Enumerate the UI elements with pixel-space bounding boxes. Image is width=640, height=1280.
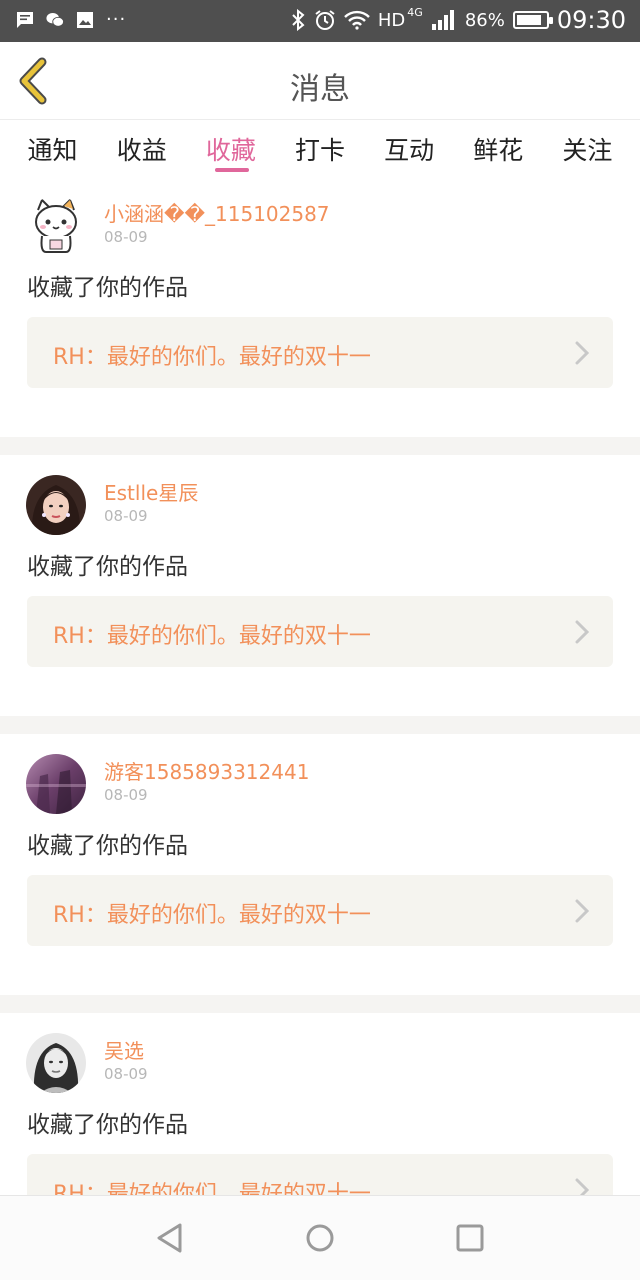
chevron-right-icon	[575, 341, 589, 365]
action-text: 收藏了你的作品	[27, 833, 188, 859]
alarm-icon	[315, 10, 335, 30]
post-date: 08-09	[104, 786, 148, 804]
list-item: Estlle星辰 08-09 收藏了你的作品 RH：最好的你们。最好的双十一	[0, 455, 640, 716]
wechat-icon	[46, 12, 64, 27]
tab-following[interactable]: 关注	[552, 121, 622, 177]
chevron-right-icon	[575, 899, 589, 923]
signal-icon	[431, 10, 454, 30]
nav-back-icon[interactable]	[154, 1222, 186, 1254]
divider	[0, 995, 640, 1013]
action-text: 收藏了你的作品	[27, 1112, 188, 1138]
purple-photo-avatar[interactable]	[26, 754, 86, 814]
post-date: 08-09	[104, 228, 148, 246]
wifi-icon	[344, 10, 370, 30]
divider	[0, 716, 640, 734]
more-icon: ···	[106, 9, 127, 30]
tab-favorites[interactable]: 收藏	[196, 121, 266, 177]
chevron-right-icon	[575, 620, 589, 644]
network-type-label: 4G	[407, 5, 423, 19]
message-icon	[17, 12, 33, 28]
post-date: 08-09	[104, 1065, 148, 1083]
list-item: 游客1585893312441 08-09 收藏了你的作品 RH：最好的你们。最…	[0, 734, 640, 995]
tab-checkin[interactable]: 打卡	[285, 121, 355, 177]
portrait-avatar[interactable]	[26, 1033, 86, 1093]
post-date: 08-09	[104, 507, 148, 525]
action-text: 收藏了你的作品	[27, 554, 188, 580]
work-link[interactable]: RH：最好的你们。最好的双十一	[27, 875, 613, 946]
favorites-feed: 小涵涵��_115102587 08-09 收藏了你的作品 RH：最好的你们。最…	[0, 176, 640, 1274]
username[interactable]: Estlle星辰	[104, 477, 198, 506]
work-title: RH：最好的你们。最好的双十一	[53, 903, 371, 928]
battery-level	[516, 15, 541, 25]
bluetooth-icon	[292, 9, 305, 31]
tab-earnings[interactable]: 收益	[107, 121, 177, 177]
page-title: 消息	[290, 72, 350, 107]
action-text: 收藏了你的作品	[27, 275, 188, 301]
battery-icon	[512, 11, 553, 29]
tab-bar: 通知 收益 收藏 打卡 互动 鲜花 关注	[0, 121, 640, 177]
work-link[interactable]: RH：最好的你们。最好的双十一	[27, 317, 613, 388]
status-bar: ··· HD 4G 86% 09:30	[0, 0, 640, 42]
work-link[interactable]: RH：最好的你们。最好的双十一	[27, 596, 613, 667]
tab-interactions[interactable]: 互动	[374, 121, 444, 177]
woman-avatar[interactable]	[26, 475, 86, 535]
cat-avatar[interactable]	[26, 196, 86, 256]
tab-flowers[interactable]: 鲜花	[463, 121, 533, 177]
list-item: 小涵涵��_115102587 08-09 收藏了你的作品 RH：最好的你们。最…	[0, 176, 640, 437]
image-icon	[77, 12, 93, 28]
work-title: RH：最好的你们。最好的双十一	[53, 624, 371, 649]
nav-recents-icon[interactable]	[454, 1222, 486, 1254]
tab-notifications[interactable]: 通知	[18, 121, 88, 177]
status-time: 09:30	[556, 6, 626, 34]
battery-percent: 86%	[464, 9, 505, 31]
network-label: HD	[377, 9, 406, 31]
username[interactable]: 吴选	[104, 1035, 144, 1064]
divider	[0, 437, 640, 455]
username[interactable]: 游客1585893312441	[104, 756, 309, 785]
nav-home-icon[interactable]	[304, 1222, 336, 1254]
work-title: RH：最好的你们。最好的双十一	[53, 345, 371, 370]
username[interactable]: 小涵涵��_115102587	[104, 198, 330, 227]
system-nav-bar	[0, 1195, 640, 1280]
header: 消息	[0, 42, 640, 120]
